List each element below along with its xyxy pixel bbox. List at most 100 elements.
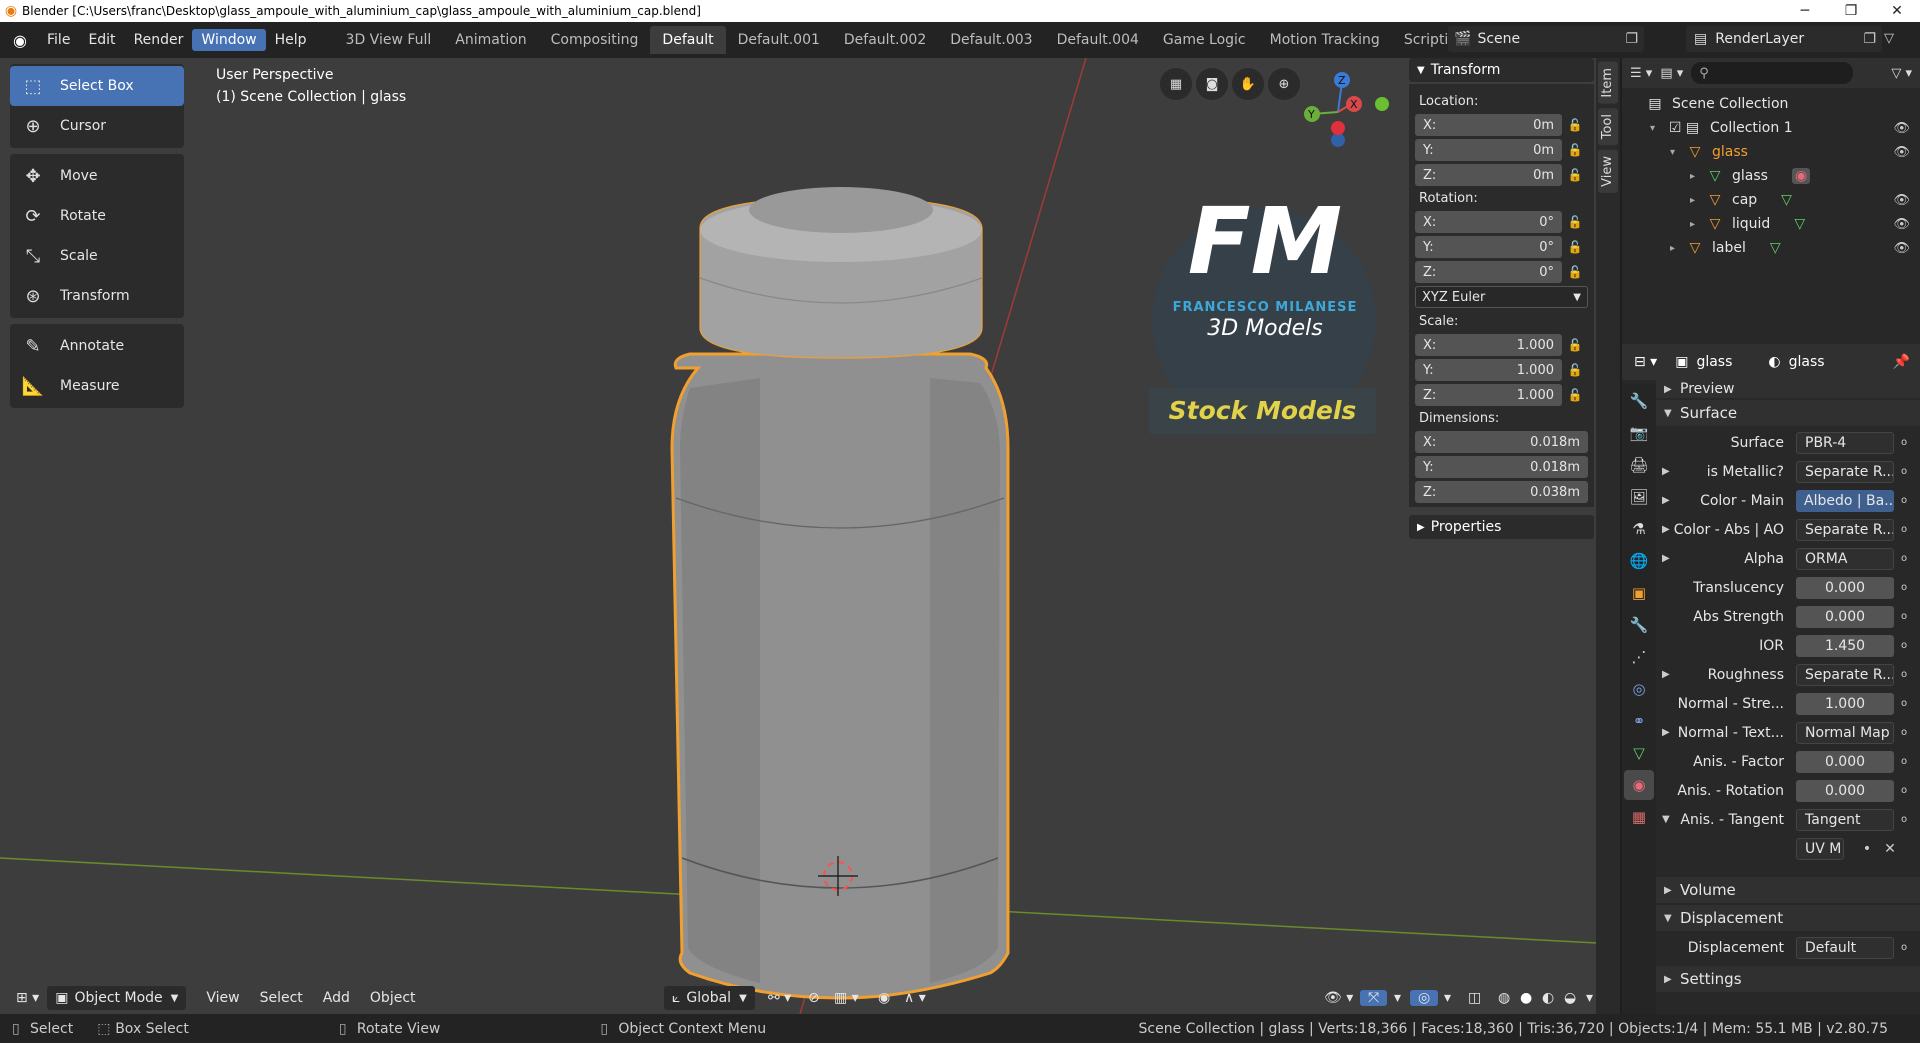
gizmo-toggle-icon[interactable]: ⤧ xyxy=(1360,990,1388,1006)
constraints-tab-icon[interactable]: ⚭ xyxy=(1624,706,1654,736)
rotation-field[interactable]: X: 0° xyxy=(1415,211,1562,233)
tab-tool[interactable]: Tool xyxy=(1598,108,1618,146)
outliner-row[interactable]: ▸ ▽ label ▽ 👁 xyxy=(1622,236,1920,260)
expand-arrow-icon[interactable]: ▼ xyxy=(1656,814,1670,825)
tab-workspace[interactable]: Game Logic xyxy=(1151,26,1258,54)
expand-arrow-icon[interactable]: ▶ xyxy=(1656,727,1670,738)
object-tab-icon[interactable]: ▣ xyxy=(1624,578,1654,608)
dimensions-field[interactable]: X: 0.018m xyxy=(1415,431,1588,453)
tab-item[interactable]: Item xyxy=(1598,62,1618,104)
menu-select[interactable]: Select xyxy=(252,990,311,1006)
material-input-value[interactable]: 1.450 xyxy=(1796,634,1894,657)
maximize-button[interactable]: ❐ xyxy=(1828,3,1874,19)
transform-panel-header[interactable]: ▼ Transform xyxy=(1409,58,1594,82)
material-input-value[interactable]: 0.000 xyxy=(1796,576,1894,599)
rotation-field[interactable]: Z: 0° xyxy=(1415,261,1562,283)
lock-icon[interactable]: 🔓 xyxy=(1562,338,1588,352)
chevron-icon[interactable]: ▾ xyxy=(1670,147,1684,158)
chevron-down-icon[interactable]: ▾ xyxy=(1436,990,1459,1006)
material-input-value[interactable]: 1.000 xyxy=(1796,692,1894,715)
tab-workspace[interactable]: Default.003 xyxy=(938,26,1044,54)
eye-icon[interactable]: 👁 xyxy=(1893,193,1910,208)
renderlayer-selector[interactable]: ▤ RenderLayer ❐ xyxy=(1686,26,1882,52)
outliner-row[interactable]: ▤ Scene Collection xyxy=(1622,92,1920,116)
material-input-value[interactable]: 0.000 xyxy=(1796,605,1894,628)
tab-view[interactable]: View xyxy=(1598,150,1618,193)
output-tab-icon[interactable]: 🖨 xyxy=(1624,450,1654,480)
material-input-value[interactable]: Tangent xyxy=(1796,808,1894,831)
material-tab-icon[interactable]: ◉ xyxy=(1624,770,1654,800)
tool-annotate[interactable]: ✎ Annotate xyxy=(10,326,184,366)
view-layer-tab-icon[interactable]: 🖼 xyxy=(1624,482,1654,512)
socket-icon[interactable]: o xyxy=(1894,669,1914,680)
chevron-icon[interactable]: ▸ xyxy=(1690,219,1704,230)
data-tab-icon[interactable]: ▽ xyxy=(1624,738,1654,768)
snap-target-icon[interactable]: ▥ ▾ xyxy=(826,990,867,1006)
outliner-row[interactable]: ▾ ☑ ▤ Collection 1 👁 xyxy=(1622,116,1920,140)
world-tab-icon[interactable]: 🌐 xyxy=(1624,546,1654,576)
camera-view-icon[interactable]: ◙ xyxy=(1196,68,1228,100)
modifier-tab-icon[interactable]: 🔧 xyxy=(1624,610,1654,640)
uvmap-dot-icon[interactable]: • xyxy=(1854,841,1880,857)
texture-tab-icon[interactable]: ▦ xyxy=(1624,802,1654,832)
location-field[interactable]: Y: 0m xyxy=(1415,139,1562,161)
scene-tab-icon[interactable]: ⚗ xyxy=(1624,514,1654,544)
tab-workspace[interactable]: Default.001 xyxy=(726,26,832,54)
socket-icon[interactable]: o xyxy=(1894,727,1914,738)
material-input-value[interactable]: 0.000 xyxy=(1796,750,1894,773)
chevron-icon[interactable]: ▸ xyxy=(1690,171,1704,182)
socket-icon[interactable]: o xyxy=(1894,553,1914,564)
tool-rotate[interactable]: ⟳ Rotate xyxy=(10,196,184,236)
socket-icon[interactable]: o xyxy=(1894,466,1914,477)
pan-hand-icon[interactable]: ✋ xyxy=(1232,68,1264,100)
displacement-select[interactable]: Default xyxy=(1796,936,1894,959)
outliner-search-input[interactable]: ⚲ xyxy=(1691,62,1854,84)
expand-arrow-icon[interactable]: ▶ xyxy=(1656,553,1670,564)
tool-cursor[interactable]: ⊕ Cursor xyxy=(10,106,184,146)
axis-gizmo[interactable]: Z Y X xyxy=(1290,66,1390,166)
tool-measure[interactable]: 📐 Measure xyxy=(10,366,184,406)
tab-workspace[interactable]: Default xyxy=(650,26,726,54)
lock-icon[interactable]: 🔓 xyxy=(1562,265,1588,279)
tab-workspace[interactable]: Default.002 xyxy=(832,26,938,54)
lock-icon[interactable]: 🔓 xyxy=(1562,168,1588,182)
blender-logo-icon[interactable]: ◉ xyxy=(8,28,32,52)
lock-icon[interactable]: 🔓 xyxy=(1562,240,1588,254)
settings-section[interactable]: ▶ Settings xyxy=(1656,966,1920,992)
material-input-value[interactable]: Albedo | Ba... xyxy=(1796,489,1894,512)
xray-icon[interactable]: ◫ xyxy=(1460,990,1489,1006)
menu-file[interactable]: File xyxy=(38,29,79,51)
menu-view[interactable]: View xyxy=(198,990,247,1006)
chevron-icon[interactable]: ▾ xyxy=(1650,123,1664,134)
socket-icon[interactable]: o xyxy=(1894,698,1914,709)
displacement-section[interactable]: ▼ Displacement xyxy=(1656,905,1920,931)
falloff-icon[interactable]: ∧ ▾ xyxy=(896,990,934,1006)
minimize-button[interactable]: ─ xyxy=(1782,3,1828,19)
expand-arrow-icon[interactable]: ▶ xyxy=(1656,524,1670,535)
material-input-value[interactable]: Normal Map xyxy=(1796,721,1894,744)
socket-icon[interactable]: o xyxy=(1894,582,1914,593)
preview-section[interactable]: ▶ Preview xyxy=(1656,380,1920,398)
lock-icon[interactable]: 🔓 xyxy=(1562,363,1588,377)
tab-workspace[interactable]: Compositing xyxy=(539,26,651,54)
outliner-row[interactable]: ▸ ▽ cap ▽ 👁 xyxy=(1622,188,1920,212)
orientation-select[interactable]: ⟀ Global ▼ xyxy=(664,986,755,1010)
tab-workspace[interactable]: Motion Tracking xyxy=(1258,26,1392,54)
3d-viewport[interactable]: FM FRANCESCO MILANESE 3D Models Stock Mo… xyxy=(0,58,1597,1014)
lock-icon[interactable]: 🔓 xyxy=(1562,215,1588,229)
render-tab-icon[interactable]: 📷 xyxy=(1624,418,1654,448)
tab-workspace[interactable]: Animation xyxy=(443,26,538,54)
location-field[interactable]: Z: 0m xyxy=(1415,164,1562,186)
grid-toggle-icon[interactable]: ▦ xyxy=(1160,68,1192,100)
expand-arrow-icon[interactable]: ▶ xyxy=(1656,669,1670,680)
tool-select-box[interactable]: ⬚ Select Box xyxy=(10,66,184,106)
lock-icon[interactable]: 🔓 xyxy=(1562,118,1588,132)
tool-tab-icon[interactable]: 🔧 xyxy=(1624,386,1654,416)
tool-move[interactable]: ✥ Move xyxy=(10,156,184,196)
scene-selector[interactable]: 🎬 Scene ❐ xyxy=(1448,26,1644,52)
outliner-row[interactable]: ▸ ▽ glass ◉ xyxy=(1622,164,1920,188)
pivot-icon[interactable]: ⚯ ▾ xyxy=(760,990,799,1006)
eye-icon[interactable]: 👁 xyxy=(1893,145,1910,160)
surface-section[interactable]: ▼ Surface xyxy=(1656,400,1920,426)
new-scene-icon[interactable]: ❐ xyxy=(1625,31,1644,47)
